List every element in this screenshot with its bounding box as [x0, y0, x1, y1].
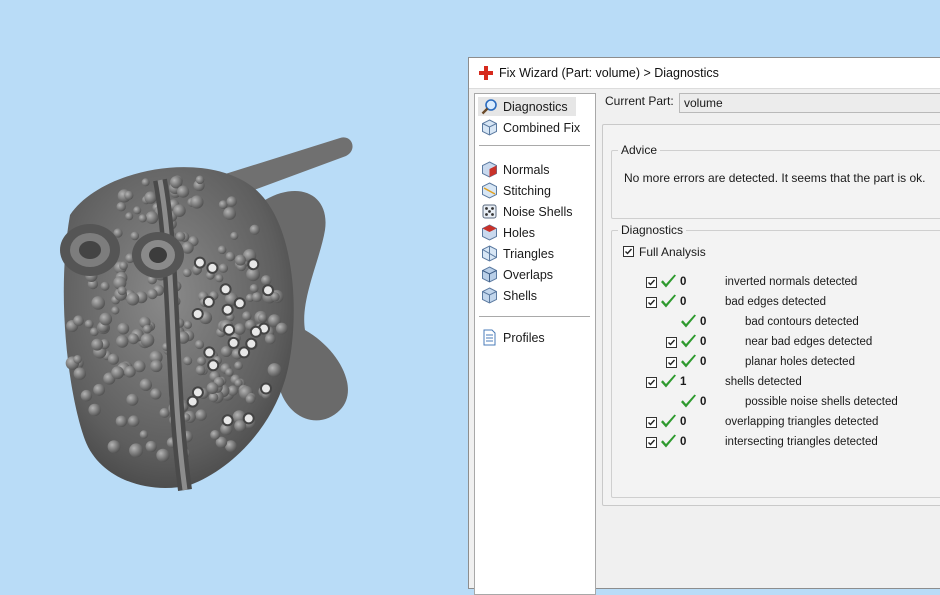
advice-title: Advice	[618, 143, 661, 157]
stitching-cube-icon	[482, 182, 497, 199]
diagnostic-label: inverted normals detected	[725, 276, 858, 288]
sidebar-item-label: Profiles	[503, 330, 545, 345]
diagnostic-count: 0	[680, 276, 687, 288]
window-title: Fix Wizard (Part: volume) > Diagnostics	[499, 66, 719, 80]
diagnostic-count: 0	[680, 436, 687, 448]
green-check-icon	[681, 314, 696, 328]
checkmark-icon	[648, 439, 656, 446]
magnifier-icon	[481, 99, 497, 115]
sidebar-item-normals[interactable]: Normals	[478, 160, 558, 179]
diagnostic-count: 0	[680, 416, 687, 428]
green-check-icon	[661, 274, 676, 288]
sidebar-item-label: Shells	[503, 288, 538, 303]
sidebar-item-label: Triangles	[503, 246, 554, 261]
diagnostic-label: possible noise shells detected	[745, 396, 898, 408]
diagnostic-count: 0	[700, 316, 707, 328]
diagnostic-label: overlapping triangles detected	[725, 416, 879, 428]
wizard-sidebar: Diagnostics Combined Fix Normals Stitchi…	[474, 93, 596, 595]
checkmark-icon	[648, 279, 656, 286]
diagnostics-panel: Advice No more errors are detected. It s…	[602, 124, 940, 506]
sidebar-item-label: Noise Shells	[503, 204, 573, 219]
triangles-cube-icon	[482, 245, 497, 262]
current-part-field[interactable]: volume	[679, 93, 940, 113]
checkmark-icon	[668, 359, 676, 366]
full-analysis-checkbox[interactable]	[623, 246, 634, 257]
sidebar-item-label: Normals	[503, 162, 550, 177]
green-check-icon	[681, 394, 696, 408]
sidebar-item-overlaps[interactable]: Overlaps	[478, 265, 561, 284]
diagnostic-label: near bad edges detected	[745, 336, 873, 348]
checkmark-icon	[625, 248, 633, 255]
green-check-icon	[661, 374, 676, 388]
sidebar-item-combined-fix[interactable]: Combined Fix	[478, 118, 588, 137]
diagnostic-label: bad contours detected	[745, 316, 859, 328]
diagnostics-group: Diagnostics Full Analysis 0 inverted norm…	[611, 223, 940, 498]
3d-part-model	[60, 137, 353, 491]
sidebar-item-label: Diagnostics	[503, 99, 568, 114]
checkmark-icon	[668, 339, 676, 346]
advice-text: No more errors are detected. It seems th…	[624, 171, 926, 185]
sidebar-item-label: Holes	[503, 225, 535, 240]
sidebar-item-shells[interactable]: Shells	[478, 286, 545, 305]
diagnostic-label: intersecting triangles detected	[725, 436, 878, 448]
diagnostic-checkbox[interactable]	[646, 377, 657, 388]
diagnostic-count: 1	[680, 376, 687, 388]
diagnostic-checkbox[interactable]	[646, 417, 657, 428]
noise-dice-icon	[482, 204, 497, 219]
green-check-icon	[681, 354, 696, 368]
sidebar-item-profiles[interactable]: Profiles	[478, 328, 553, 347]
green-check-icon	[661, 434, 676, 448]
overlaps-cube-icon	[482, 266, 497, 283]
diagnostic-checkbox[interactable]	[666, 357, 677, 368]
checkmark-icon	[648, 419, 656, 426]
cube-icon	[482, 119, 497, 136]
green-check-icon	[661, 294, 676, 308]
diagnostic-count: 0	[700, 336, 707, 348]
sidebar-item-label: Combined Fix	[503, 120, 581, 135]
red-cross-icon	[479, 66, 493, 80]
checkmark-icon	[648, 379, 656, 386]
sidebar-divider	[479, 316, 590, 317]
diagnostic-checkbox[interactable]	[646, 437, 657, 448]
sidebar-item-noise-shells[interactable]: Noise Shells	[478, 202, 580, 221]
holes-cube-icon	[482, 224, 497, 241]
shells-cube-icon	[482, 287, 497, 304]
full-analysis-label: Full Analysis	[639, 245, 706, 259]
3d-model-viewport[interactable]	[0, 0, 470, 578]
sidebar-item-label: Stitching	[503, 183, 551, 198]
fix-wizard-window: Fix Wizard (Part: volume) > Diagnostics …	[468, 57, 940, 595]
checkmark-icon	[648, 299, 656, 306]
normals-cube-icon	[482, 161, 497, 178]
sidebar-item-label: Overlaps	[503, 267, 554, 282]
diagnostic-label: bad edges detected	[725, 296, 827, 308]
sidebar-item-diagnostics[interactable]: Diagnostics	[478, 97, 576, 116]
diagnostic-count: 0	[700, 396, 707, 408]
green-check-icon	[661, 414, 676, 428]
diagnostics-title: Diagnostics	[618, 223, 687, 237]
sidebar-item-triangles[interactable]: Triangles	[478, 244, 562, 263]
diagnostic-checkbox[interactable]	[646, 277, 657, 288]
document-icon	[483, 329, 496, 346]
diagnostic-checkbox[interactable]	[666, 337, 677, 348]
diagnostic-label: planar holes detected	[745, 356, 855, 368]
green-check-icon	[681, 334, 696, 348]
current-part-label: Current Part:	[605, 94, 674, 108]
sidebar-divider	[479, 145, 590, 146]
advice-group: Advice No more errors are detected. It s…	[611, 143, 940, 219]
sidebar-item-holes[interactable]: Holes	[478, 223, 543, 242]
sidebar-item-stitching[interactable]: Stitching	[478, 181, 559, 200]
title-bar: Fix Wizard (Part: volume) > Diagnostics	[469, 58, 940, 89]
diagnostic-count: 0	[700, 356, 707, 368]
diagnostic-label: shells detected	[725, 376, 802, 388]
diagnostic-count: 0	[680, 296, 687, 308]
diagnostic-checkbox[interactable]	[646, 297, 657, 308]
